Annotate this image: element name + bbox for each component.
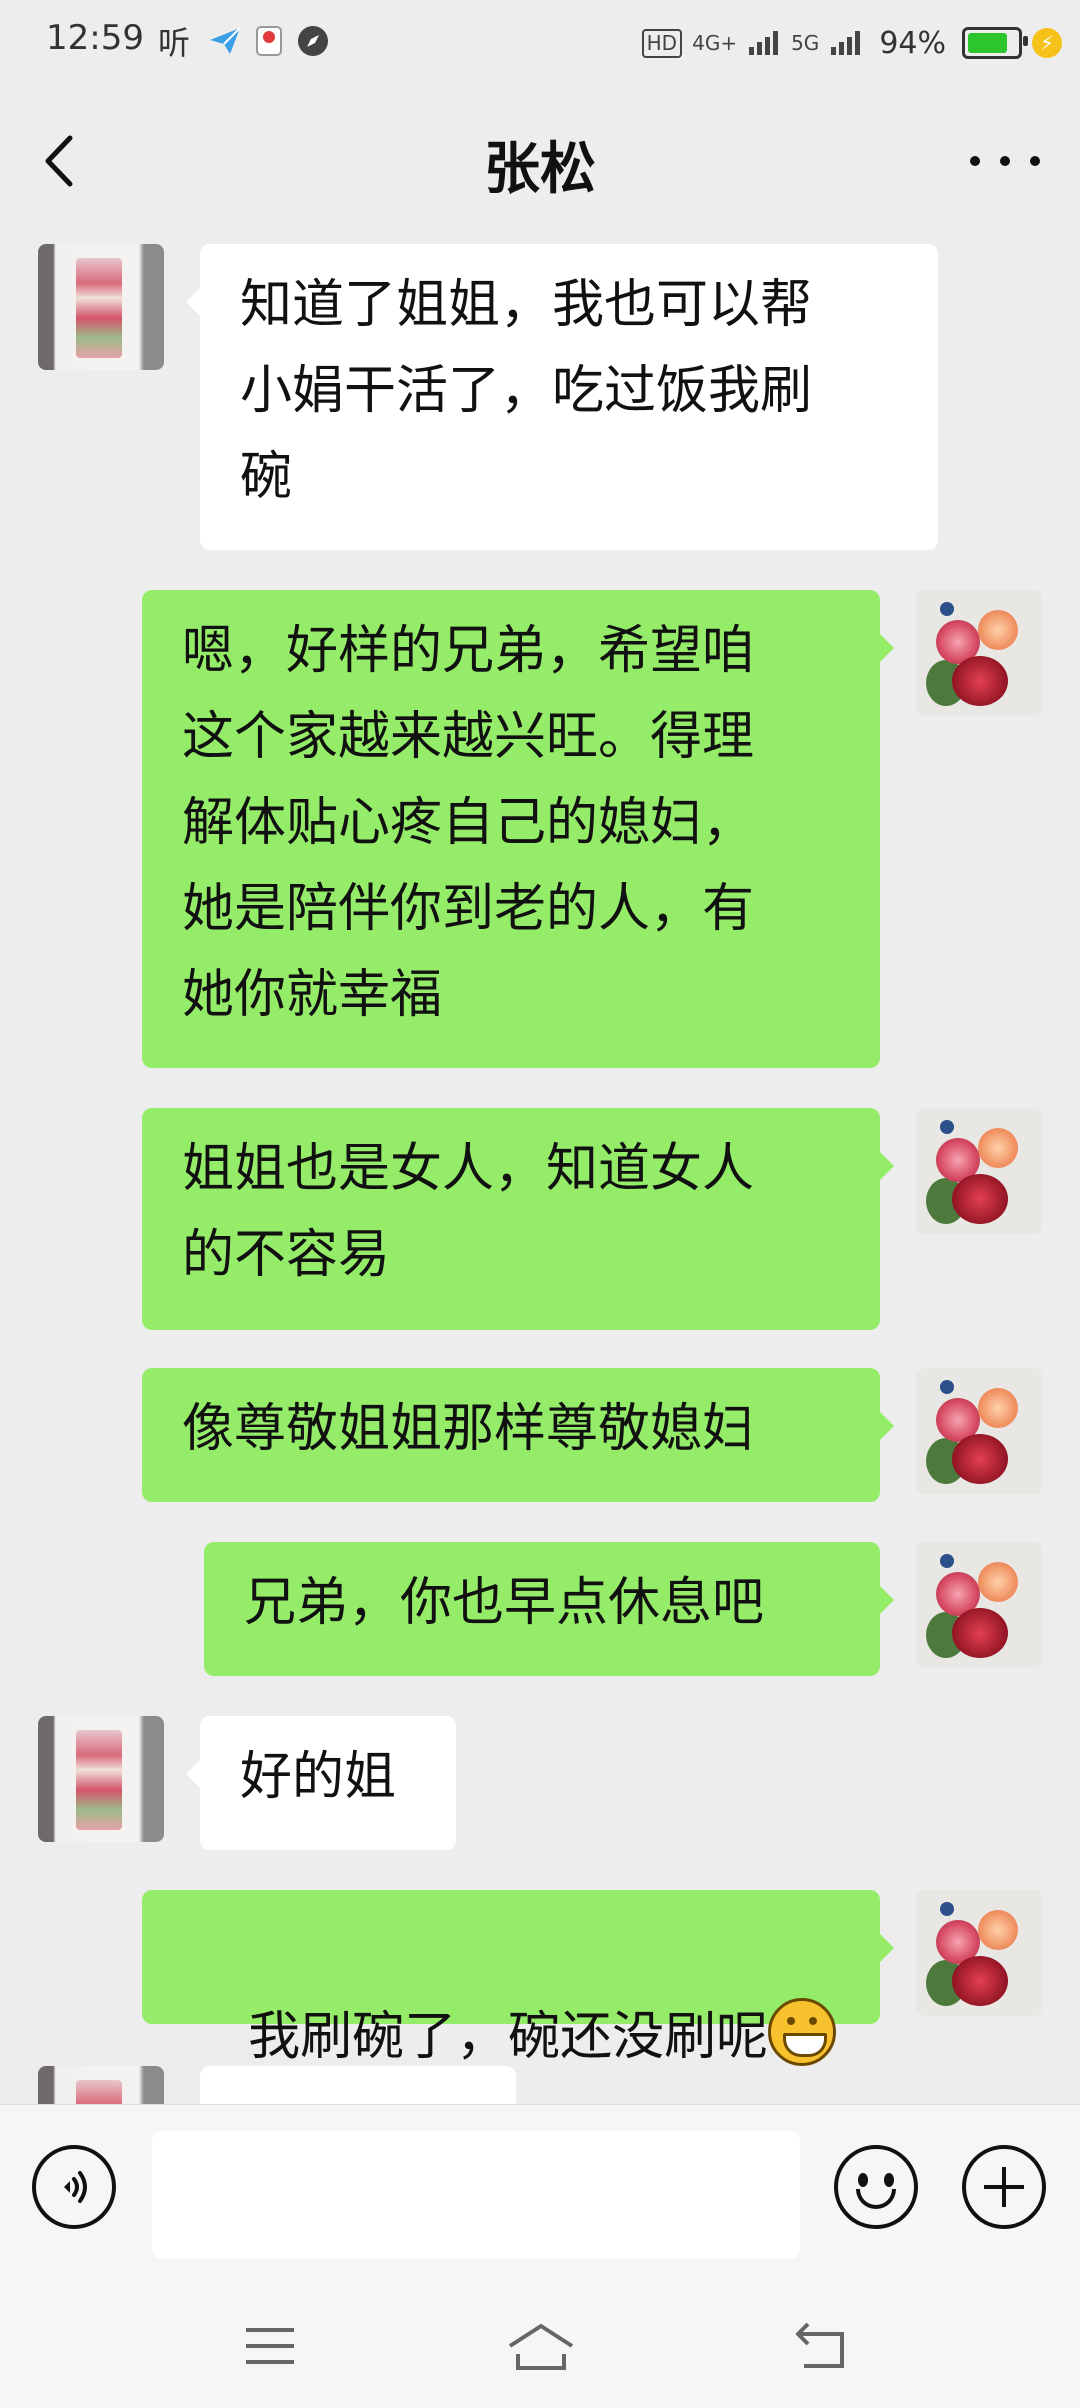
location-pin-icon [256, 26, 282, 56]
grinning-face-icon [768, 1998, 837, 2066]
message-bubble-sent[interactable]: 像尊敬姐姐那样尊敬媳妇 [142, 1368, 894, 1502]
network-5g-label: 5G [791, 31, 820, 55]
message-input[interactable] [152, 2131, 800, 2259]
chat-title: 张松 [484, 137, 596, 202]
message-bubble-received[interactable]: 知道了姐姐，我也可以帮 小娟干活了，吃过饭我刷 碗 [186, 244, 938, 550]
contact-avatar[interactable] [38, 2066, 164, 2104]
chat-header: 张松 [0, 86, 1080, 236]
system-nav-bar [0, 2284, 1080, 2408]
my-avatar[interactable] [916, 590, 1042, 716]
battery-percent: 94% [879, 25, 946, 61]
contact-avatar[interactable] [38, 244, 164, 370]
message-bubble-received-partial[interactable] [200, 2066, 516, 2104]
paper-plane-icon [210, 27, 241, 54]
back-icon[interactable] [792, 2318, 852, 2374]
message-bubble-sent[interactable]: 兄弟，你也早点休息吧 [204, 1542, 894, 1676]
signal-icon [831, 31, 861, 55]
battery-icon [962, 27, 1028, 59]
message-bubble-sent[interactable]: 嗯，好样的兄弟，希望咱 这个家越来越兴旺。得理 解体贴心疼自己的媳妇， 她是陪伴… [142, 590, 894, 1068]
voice-icon [64, 2171, 87, 2203]
my-avatar[interactable] [916, 1108, 1042, 1234]
status-bar: 12:59 听 HD 4G+ 5G 94% ⚡ [0, 0, 1080, 86]
status-right-group: HD 4G+ 5G 94% ⚡ [641, 18, 1062, 68]
voice-button[interactable] [32, 2145, 116, 2229]
ting-icon: 听 [158, 24, 191, 62]
message-bubble-sent[interactable]: 姐姐也是女人，知道女人 的不容易 [142, 1108, 894, 1330]
my-avatar[interactable] [916, 1368, 1042, 1494]
message-list[interactable]: 知道了姐姐，我也可以帮 小娟干活了，吃过饭我刷 碗 嗯，好样的兄弟，希望咱 这个… [0, 236, 1080, 2104]
compass-icon [298, 26, 328, 56]
status-time: 12:59 [46, 18, 144, 58]
message-bubble-sent[interactable]: 我刷碗了，碗还没刷呢 [142, 1890, 894, 2067]
more-options-icon[interactable] [970, 136, 1040, 186]
contact-avatar[interactable] [38, 1716, 164, 1842]
hd-icon: HD [641, 28, 683, 58]
input-bar [0, 2104, 1080, 2285]
charging-icon: ⚡ [1032, 28, 1062, 58]
signal-icon [749, 31, 779, 55]
emoji-icon [858, 2173, 868, 2187]
plus-icon[interactable] [962, 2145, 1046, 2229]
message-text: 我刷碗了，碗还没刷呢 [248, 2007, 769, 2067]
my-avatar[interactable] [916, 1542, 1042, 1668]
home-icon[interactable] [506, 2318, 576, 2374]
network-4g-label: 4G+ [692, 31, 738, 55]
menu-icon[interactable] [240, 2318, 300, 2374]
emoji-button[interactable] [834, 2145, 918, 2229]
message-bubble-received[interactable]: 好的姐 [186, 1716, 456, 1850]
my-avatar[interactable] [916, 1890, 1042, 2016]
